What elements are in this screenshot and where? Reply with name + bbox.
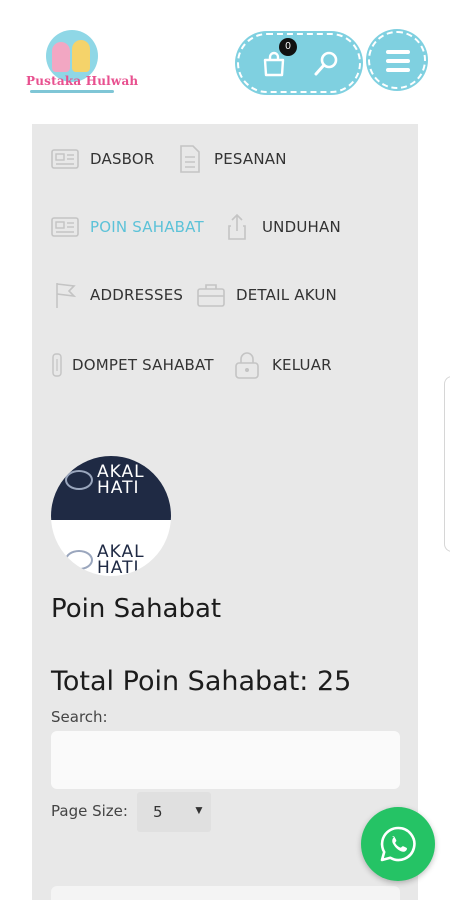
nav-label: DOMPET SAHABAT	[72, 356, 214, 374]
nav-item-keluar[interactable]: KELUAR	[232, 350, 332, 380]
nav-item-dasbor[interactable]: DASBOR	[50, 144, 155, 174]
cart-count-badge: 0	[279, 38, 297, 56]
dashboard-icon	[51, 149, 79, 169]
page-size-label: Page Size:	[51, 802, 128, 820]
header-actions: 0	[237, 33, 361, 93]
account-panel: DASBOR PESANAN POIN SAHABAT UNDUHAN ADDR…	[32, 124, 418, 900]
avatar: AKAL HATI AKAL HATI	[51, 456, 171, 576]
total-points: Total Poin Sahabat: 25	[51, 666, 352, 697]
menu-button[interactable]	[368, 31, 426, 89]
whatsapp-icon	[380, 826, 416, 862]
nav-item-poin-sahabat[interactable]: POIN SAHABAT	[50, 212, 204, 242]
page-title: Poin Sahabat	[51, 594, 222, 624]
avatar-text-bottom: AKAL HATI	[97, 542, 145, 577]
download-icon	[228, 213, 246, 240]
nav-label: KELUAR	[272, 356, 332, 374]
nav-label: POIN SAHABAT	[90, 218, 204, 236]
lock-icon	[235, 352, 259, 379]
points-icon	[51, 217, 79, 237]
logo-text: Pustaka Hulwah	[26, 74, 139, 88]
hamburger-icon	[386, 50, 410, 72]
nav-item-unduhan[interactable]: UNDUHAN	[222, 212, 341, 242]
briefcase-icon	[197, 284, 225, 307]
whatsapp-button[interactable]	[361, 807, 435, 881]
site-logo[interactable]: Pustaka Hulwah	[26, 30, 139, 98]
search-label: Search:	[51, 708, 108, 726]
site-header: Pustaka Hulwah 0	[0, 0, 450, 120]
avatar-text-top: AKAL HATI	[97, 462, 145, 498]
document-icon	[180, 145, 200, 173]
search-input[interactable]	[51, 731, 400, 789]
nav-label: DETAIL AKUN	[236, 286, 337, 304]
nav-item-addresses[interactable]: ADDRESSES	[50, 280, 183, 310]
flag-icon	[56, 283, 77, 308]
nav-label: UNDUHAN	[262, 218, 341, 236]
page-size-value: 5	[153, 803, 163, 821]
nav-label: ADDRESSES	[90, 286, 184, 304]
search-icon[interactable]	[311, 49, 341, 79]
chevron-down-icon: ▼	[193, 803, 205, 817]
logo-tagline	[30, 90, 114, 93]
nav-item-dompet-sahabat[interactable]: DOMPET SAHABAT	[50, 350, 214, 380]
points-table	[51, 886, 400, 900]
side-scroll-handle[interactable]	[444, 376, 450, 552]
nav-item-pesanan[interactable]: PESANAN	[174, 144, 287, 174]
nav-label: DASBOR	[90, 150, 155, 168]
wallet-icon	[52, 353, 62, 377]
nav-label: PESANAN	[214, 150, 287, 168]
page-size-select[interactable]: 5 ▼	[137, 792, 211, 832]
nav-item-detail-akun[interactable]: DETAIL AKUN	[196, 280, 337, 310]
